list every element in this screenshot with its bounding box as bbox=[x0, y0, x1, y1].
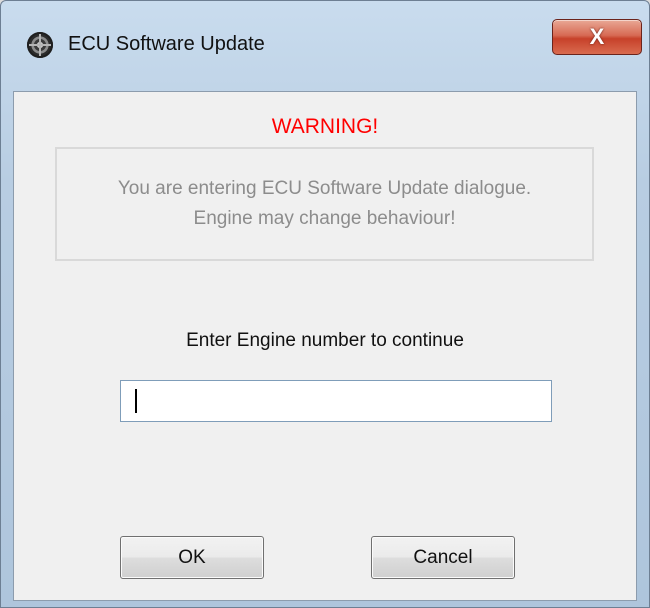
window-title: ECU Software Update bbox=[68, 33, 265, 55]
engine-number-input[interactable] bbox=[120, 380, 552, 422]
ok-button[interactable]: OK bbox=[120, 536, 264, 579]
cancel-button[interactable]: Cancel bbox=[371, 536, 515, 579]
warning-message-line-2: Engine may change behaviour! bbox=[193, 208, 456, 229]
title-bar[interactable]: ECU Software Update X bbox=[1, 1, 649, 89]
close-button[interactable]: X bbox=[552, 19, 642, 55]
dialog-body: WARNING! You are entering ECU Software U… bbox=[13, 91, 637, 601]
engine-number-prompt: Enter Engine number to continue bbox=[186, 330, 464, 351]
warning-title: WARNING! bbox=[271, 115, 379, 138]
warning-message-box: You are entering ECU Software Update dia… bbox=[55, 147, 594, 261]
warning-message-line-1: You are entering ECU Software Update dia… bbox=[117, 178, 532, 199]
gear-icon bbox=[27, 32, 53, 58]
dialog-window: ECU Software Update X WARNING! You are e… bbox=[0, 0, 650, 608]
text-caret bbox=[135, 389, 137, 413]
